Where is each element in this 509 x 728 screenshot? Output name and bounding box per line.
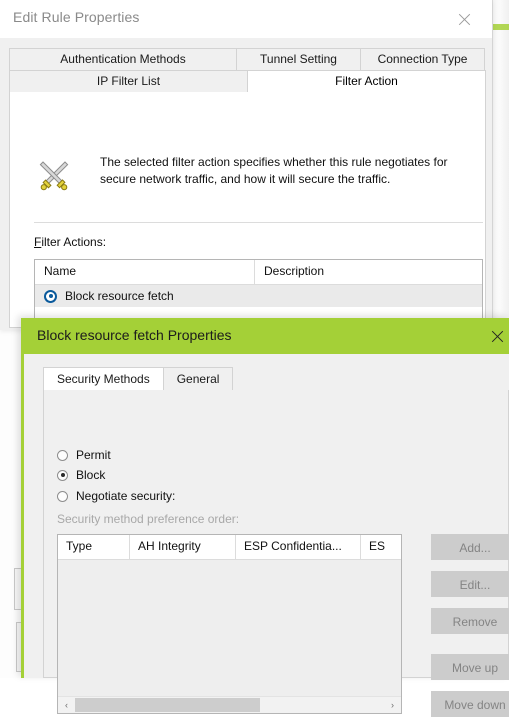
close-icon [457, 12, 472, 27]
security-method-preference-label: Security method preference order: [57, 512, 240, 526]
filter-action-description: The selected filter action specifies whe… [100, 155, 448, 186]
tab-row-bottom: IP Filter List Filter Action [9, 70, 486, 92]
radio-selected-icon[interactable] [44, 289, 57, 303]
tab-tunnel-setting[interactable]: Tunnel Setting [236, 48, 361, 70]
tab-general[interactable]: General [162, 367, 234, 390]
block-resource-fetch-properties-dialog: Block resource fetch Properties Security… [21, 318, 509, 717]
edit-rule-tabstrip: Authentication Methods Tunnel Setting Co… [9, 48, 486, 92]
edit-rule-close-button[interactable] [444, 0, 484, 38]
properties-close-button[interactable] [477, 318, 509, 354]
security-methods-button-column: Add... Edit... Remove Move up Move down [431, 534, 509, 728]
column-header-type[interactable]: Type [58, 535, 130, 559]
remove-button[interactable]: Remove [431, 608, 509, 634]
scroll-left-icon[interactable]: ‹ [58, 697, 75, 713]
radio-option-negotiate-security[interactable]: Negotiate security: [57, 489, 175, 503]
column-header-name[interactable]: Name [35, 260, 255, 284]
edit-rule-properties-dialog: Edit Rule Properties Authentication Meth… [0, 0, 492, 331]
properties-body: Security Methods General Permit Block Ne… [24, 354, 509, 717]
tab-row-top: Authentication Methods Tunnel Setting Co… [9, 48, 486, 70]
filter-action-info-row: The selected filter action specifies whe… [34, 154, 484, 212]
scrollbar-thumb[interactable] [75, 698, 261, 712]
list-item-label: Block resource fetch [65, 289, 174, 303]
tab-connection-type[interactable]: Connection Type [360, 48, 485, 70]
radio-label-permit: Permit [76, 448, 111, 462]
properties-title: Block resource fetch Properties [37, 327, 232, 343]
background-accent-line-top [493, 24, 509, 30]
column-header-ah-integrity[interactable]: AH Integrity [130, 535, 236, 559]
scroll-right-icon[interactable]: › [384, 697, 401, 713]
properties-tabstrip: Security Methods General [43, 367, 234, 390]
edit-button[interactable]: Edit... [431, 571, 509, 597]
radio-label-negotiate-security: Negotiate security: [76, 489, 176, 503]
filter-actions-header: Name Description [35, 260, 482, 285]
scrollbar-track[interactable] [75, 697, 384, 713]
filter-action-tab-page: The selected filter action specifies whe… [9, 92, 486, 331]
properties-titlebar: Block resource fetch Properties [24, 318, 509, 354]
radio-icon [57, 490, 68, 502]
move-up-button[interactable]: Move up [431, 654, 509, 680]
radio-selected-icon [57, 469, 68, 481]
tab-authentication-methods[interactable]: Authentication Methods [9, 48, 237, 70]
column-header-esp-truncated[interactable]: ES [361, 535, 401, 559]
horizontal-scrollbar[interactable]: ‹ › [58, 696, 401, 713]
radio-label-block: Block [76, 468, 106, 482]
crossed-swords-icon [34, 156, 74, 196]
filter-actions-label: Filter Actions: [34, 235, 106, 249]
security-methods-table[interactable]: Type AH Integrity ESP Confidentia... ES … [57, 534, 402, 714]
filter-actions-label-rest: ilter Actions: [41, 235, 107, 249]
list-item[interactable]: Block resource fetch [35, 285, 482, 307]
tab-security-methods[interactable]: Security Methods [43, 367, 164, 390]
radio-icon [57, 449, 68, 461]
close-icon [490, 329, 505, 344]
tab-ip-filter-list[interactable]: IP Filter List [9, 70, 248, 92]
add-button[interactable]: Add... [431, 534, 509, 560]
divider [34, 222, 483, 223]
move-down-button[interactable]: Move down [431, 691, 509, 717]
edit-rule-body: Authentication Methods Tunnel Setting Co… [0, 38, 492, 331]
security-methods-header: Type AH Integrity ESP Confidentia... ES [58, 535, 401, 560]
radio-option-block[interactable]: Block [57, 468, 105, 482]
tab-filter-action[interactable]: Filter Action [247, 70, 486, 92]
column-header-esp-confidentiality[interactable]: ESP Confidentia... [236, 535, 361, 559]
column-header-description[interactable]: Description [255, 260, 482, 284]
edit-rule-titlebar: Edit Rule Properties [0, 0, 492, 38]
edit-rule-title: Edit Rule Properties [13, 9, 140, 25]
security-methods-rows [58, 560, 401, 698]
radio-option-permit[interactable]: Permit [57, 448, 111, 462]
